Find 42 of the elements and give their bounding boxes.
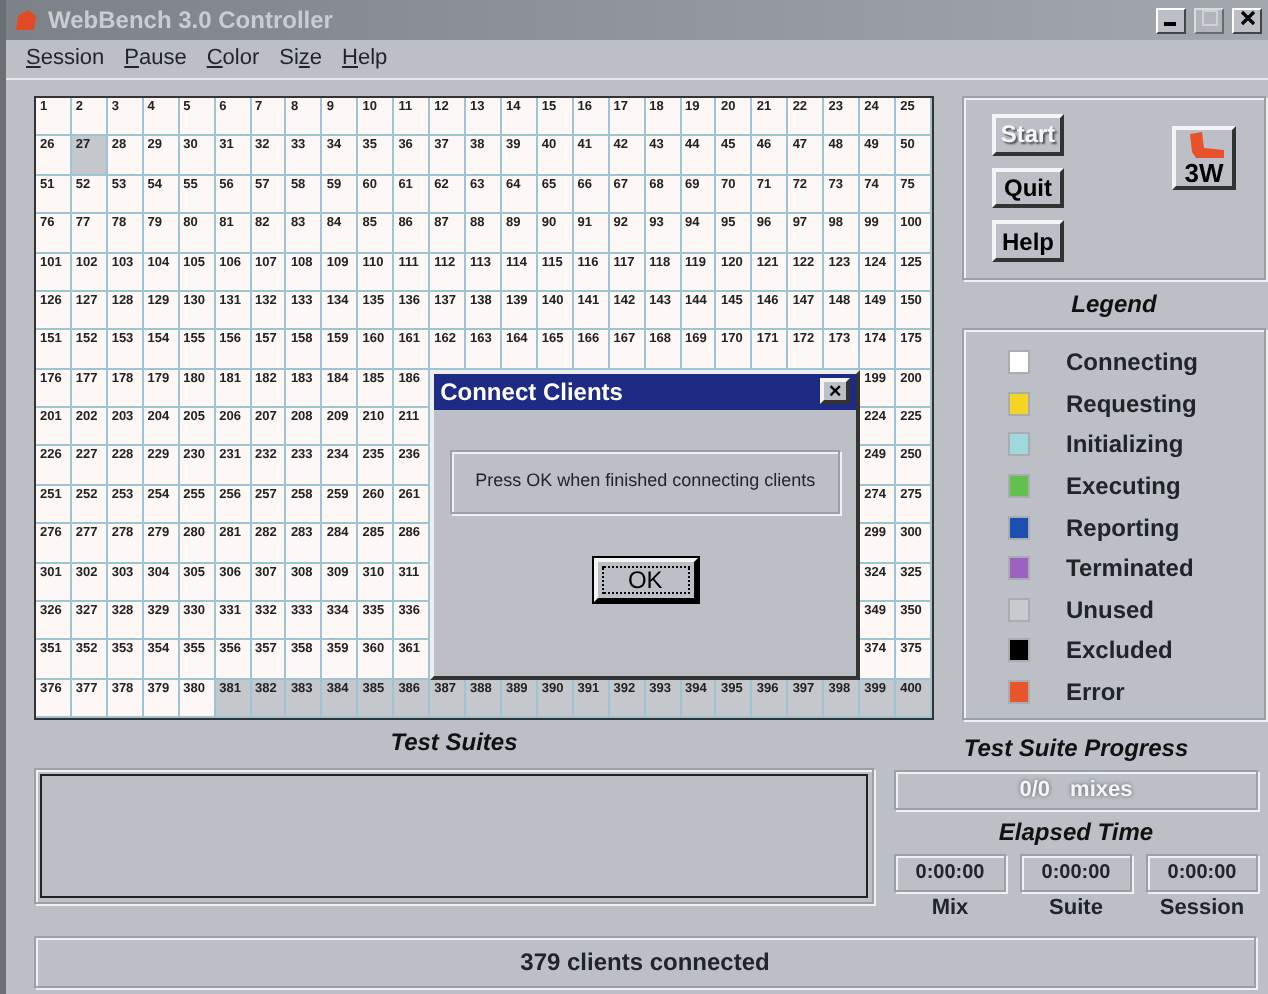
timer-value: 0:00:00 <box>894 854 1006 892</box>
maximize-button[interactable] <box>1194 7 1224 33</box>
menu-item[interactable]: Pause <box>124 42 187 76</box>
timer-label: Suite <box>1049 894 1103 924</box>
maximize-icon <box>1201 10 1217 27</box>
ok-button[interactable]: OK <box>593 557 698 602</box>
legend-label: Error <box>1066 676 1125 711</box>
legend-label: Requesting <box>1066 387 1197 422</box>
close-icon <box>1239 10 1255 27</box>
timer-value: 0:00:00 <box>1020 854 1132 892</box>
menu-item[interactable]: Session <box>26 42 105 76</box>
test-suites-list[interactable] <box>40 774 868 898</box>
legend-label: Initializing <box>1066 428 1184 463</box>
section-title: Test Suite Progress <box>961 732 1191 766</box>
progress-count: 0/0 <box>1019 775 1051 806</box>
minimize-button[interactable] <box>1156 7 1186 33</box>
legend-label: Executing <box>1066 470 1181 505</box>
dialog-message: Press OK when finished connecting clients <box>475 467 816 494</box>
action-button[interactable]: Quit <box>992 167 1064 209</box>
section-title: Elapsed Time <box>996 816 1156 850</box>
close-button[interactable]: × <box>820 378 851 405</box>
logo-text: 3W <box>1184 160 1224 186</box>
legend-title: Legend <box>1069 288 1159 322</box>
window-title: WebBench 3.0 Controller <box>48 4 335 38</box>
section-title: Test Suites <box>388 726 520 760</box>
legend-label: Connecting <box>1066 346 1198 381</box>
legend-label: Terminated <box>1066 552 1194 587</box>
menu-item[interactable]: Help <box>342 42 388 76</box>
status-text: 379 clients connected <box>520 945 770 979</box>
close-button[interactable] <box>1232 7 1262 33</box>
menu-item[interactable]: Color <box>206 42 260 76</box>
timer-label: Session <box>1159 894 1245 924</box>
timer-label: Mix <box>931 894 969 924</box>
progress-unit: mixes <box>1070 775 1133 806</box>
menu-item[interactable]: Size <box>279 42 323 76</box>
legend-label: Reporting <box>1066 511 1180 546</box>
dialog-title: Connect Clients <box>440 375 623 410</box>
legend-label: Excluded <box>1066 634 1173 669</box>
action-button[interactable]: Help <box>992 220 1064 263</box>
timer-value: 0:00:00 <box>1146 854 1258 892</box>
app-icon <box>12 6 40 34</box>
legend-label: Unused <box>1066 593 1155 628</box>
